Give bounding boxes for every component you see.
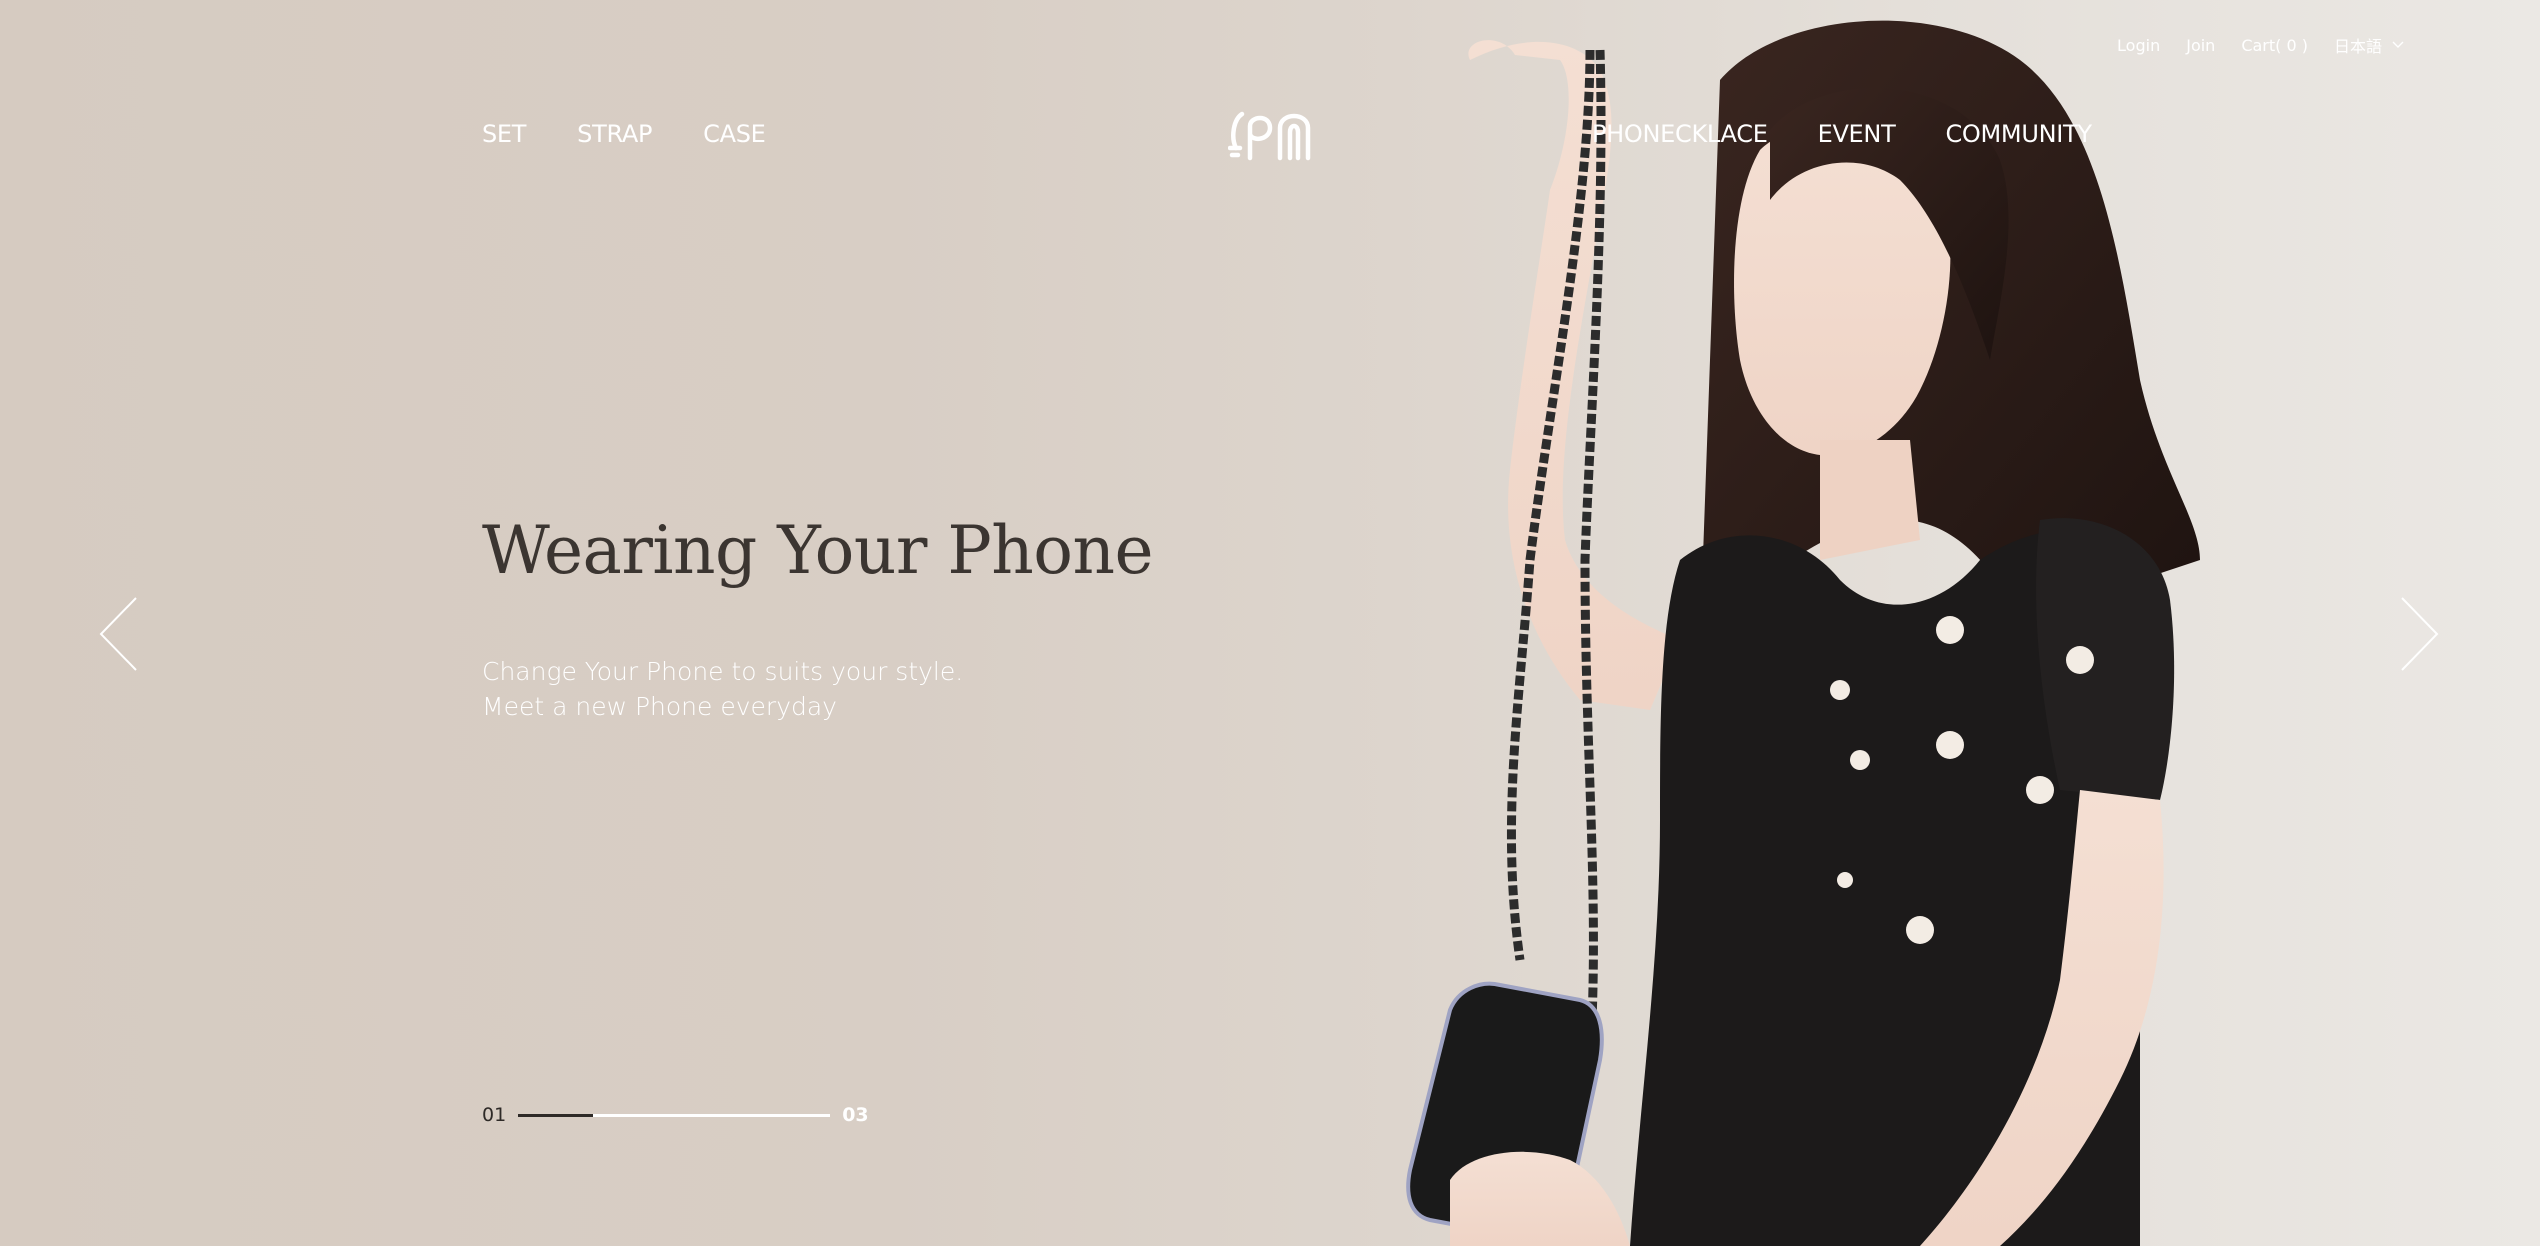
hero-title: Wearing Your Phone (482, 512, 1154, 589)
chevron-left-icon[interactable] (98, 596, 138, 672)
pn-logo-icon[interactable] (1228, 108, 1314, 162)
cart-link[interactable]: Cart( 0 ) (2241, 36, 2308, 55)
nav-event[interactable]: EVENT (1818, 120, 1896, 148)
nav-strap[interactable]: STRAP (577, 120, 652, 148)
pager-total: 03 (842, 1104, 869, 1126)
chevron-right-icon[interactable] (2400, 596, 2440, 672)
join-link[interactable]: Join (2186, 36, 2215, 55)
hero-subtitle: Change Your Phone to suits your style. M… (482, 654, 963, 724)
pager-progress-track[interactable] (518, 1113, 831, 1117)
nav-set[interactable]: SET (482, 120, 526, 148)
pager-progress-fill (518, 1113, 594, 1117)
hero-subtitle-line-1: Change Your Phone to suits your style. (482, 657, 964, 686)
hero-subtitle-line-2: Meet a new Phone everyday (482, 692, 837, 721)
pager-current: 01 (482, 1104, 507, 1126)
nav-case[interactable]: CASE (703, 120, 766, 148)
nav-community[interactable]: COMMUNITY (1945, 120, 2092, 148)
language-label: 日本語 (2333, 37, 2382, 56)
main-nav-left: SET STRAP CASE (482, 120, 766, 148)
language-selector[interactable]: 日本語 (2334, 33, 2404, 57)
utility-bar: Login Join Cart( 0 ) 日本語 (2117, 33, 2404, 57)
main-nav-right: PHONECKLACE EVENT COMMUNITY (1592, 120, 2092, 148)
chevron-down-icon (2392, 41, 2404, 48)
login-link[interactable]: Login (2117, 36, 2160, 55)
hero-model-image (1406, 20, 2200, 1246)
slide-pager: 01 03 (482, 1104, 869, 1126)
nav-phonecklace[interactable]: PHONECKLACE (1592, 120, 1768, 148)
